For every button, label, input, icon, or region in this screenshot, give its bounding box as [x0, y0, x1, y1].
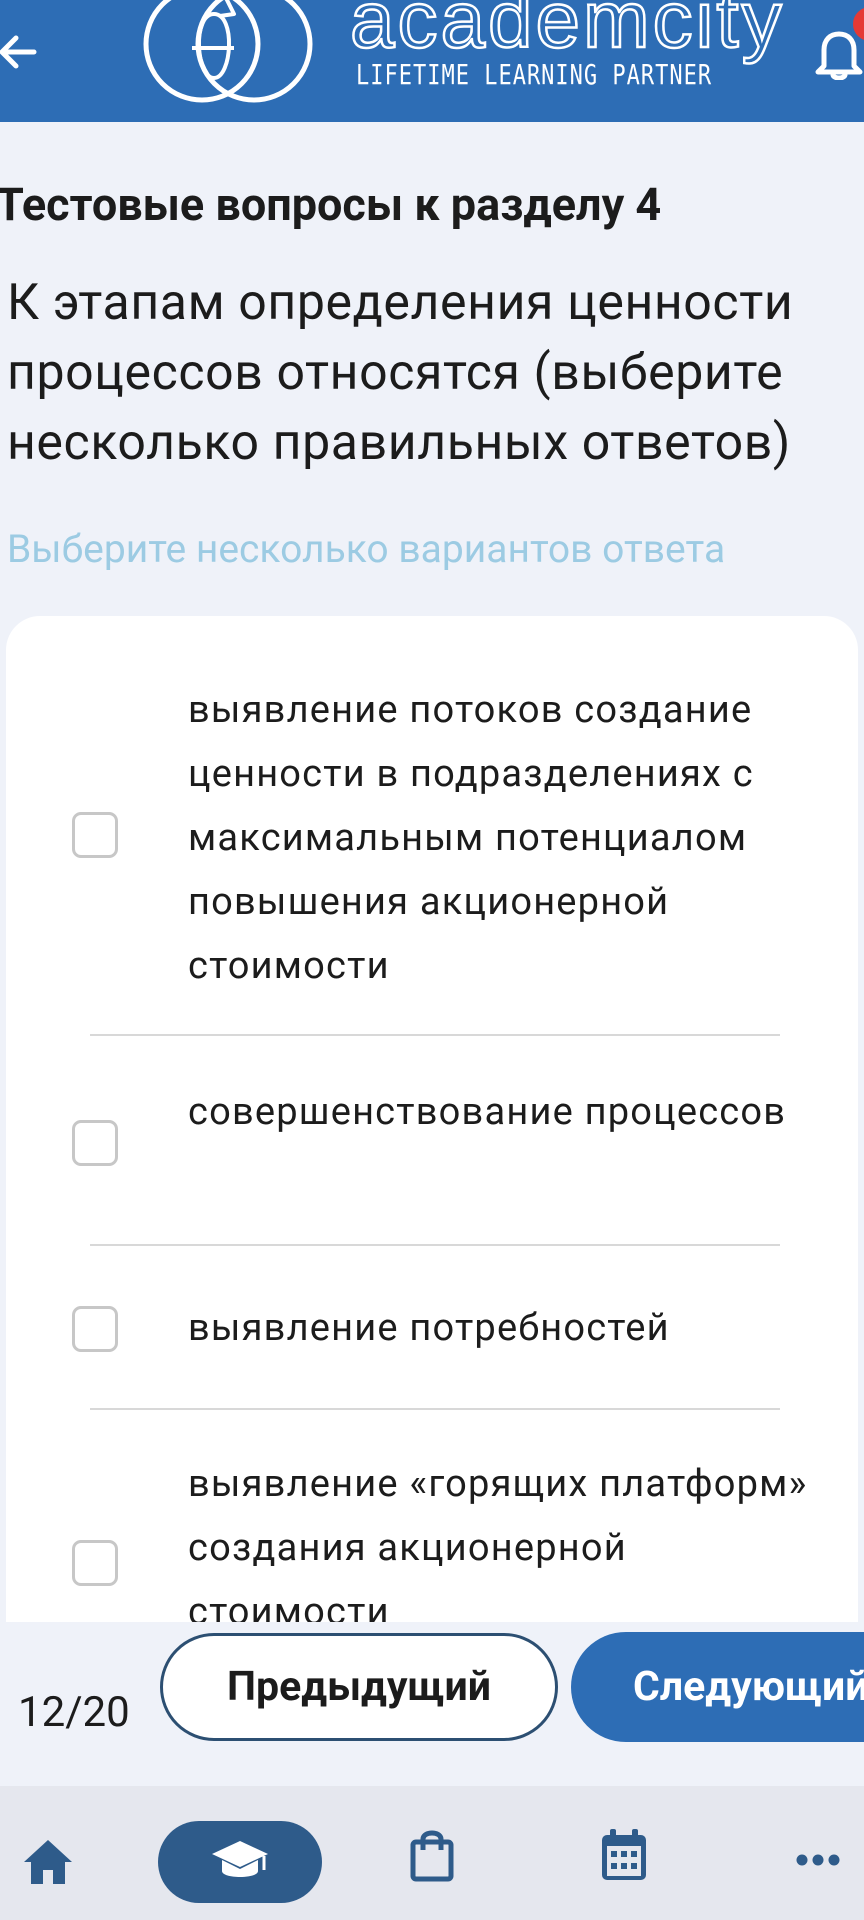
next-button[interactable]: Следующий: [571, 1632, 864, 1742]
option-label: выявление потоков создание ценности в по…: [188, 688, 754, 988]
nav-more[interactable]: [796, 1852, 840, 1871]
nav-courses[interactable]: [158, 1821, 322, 1903]
question-text: К этапам определения ценности процессов …: [7, 274, 794, 472]
app-screen: academcity LIFETIME LEARNING PARTNER Тес…: [0, 0, 864, 1920]
more-dots-icon: [796, 1854, 840, 1866]
pagination-bar: 12/20 Предыдущий Следующий: [0, 1622, 864, 1786]
option-divider: [90, 1408, 780, 1410]
option-checkbox[interactable]: [72, 1540, 118, 1586]
app-header: academcity LIFETIME LEARNING PARTNER: [0, 0, 864, 122]
previous-button[interactable]: Предыдущий: [160, 1633, 558, 1741]
bottom-navigation: [0, 1786, 864, 1920]
question-counter: 12/20: [18, 1688, 130, 1737]
option-label: выявление потребностей: [188, 1306, 670, 1350]
nav-calendar[interactable]: [600, 1828, 648, 1886]
graduation-cap-icon: [212, 1841, 268, 1877]
arrow-left-icon: [0, 35, 37, 69]
calendar-icon: [602, 1829, 646, 1880]
option-divider: [90, 1244, 780, 1246]
option-checkbox[interactable]: [72, 1306, 118, 1352]
option-label: совершенствование процессов: [188, 1090, 787, 1134]
academcity-logo-icon: [143, 0, 313, 103]
answer-option[interactable]: совершенствование процессов: [6, 1080, 858, 1210]
back-button[interactable]: [0, 22, 44, 82]
option-divider: [90, 1034, 780, 1036]
option-checkbox[interactable]: [72, 1120, 118, 1166]
answer-hint: Выберите несколько вариантов ответа: [7, 526, 726, 572]
option-label: выявление «горящих платформ» создания ак…: [188, 1462, 808, 1634]
section-title: Тестовые вопросы к разделу 4: [0, 178, 662, 231]
options-card: выявление потоков создание ценности в по…: [6, 616, 858, 1716]
brand-tagline: LIFETIME LEARNING PARTNER: [356, 60, 713, 92]
option-checkbox[interactable]: [72, 812, 118, 858]
shopping-bag-icon: [410, 1830, 454, 1882]
nav-home[interactable]: [22, 1838, 74, 1890]
nav-shop[interactable]: [410, 1828, 454, 1886]
answer-option[interactable]: выявление потоков создание ценности в по…: [6, 678, 858, 1008]
home-icon: [24, 1840, 72, 1884]
answer-option[interactable]: выявление потребностей: [6, 1296, 858, 1366]
